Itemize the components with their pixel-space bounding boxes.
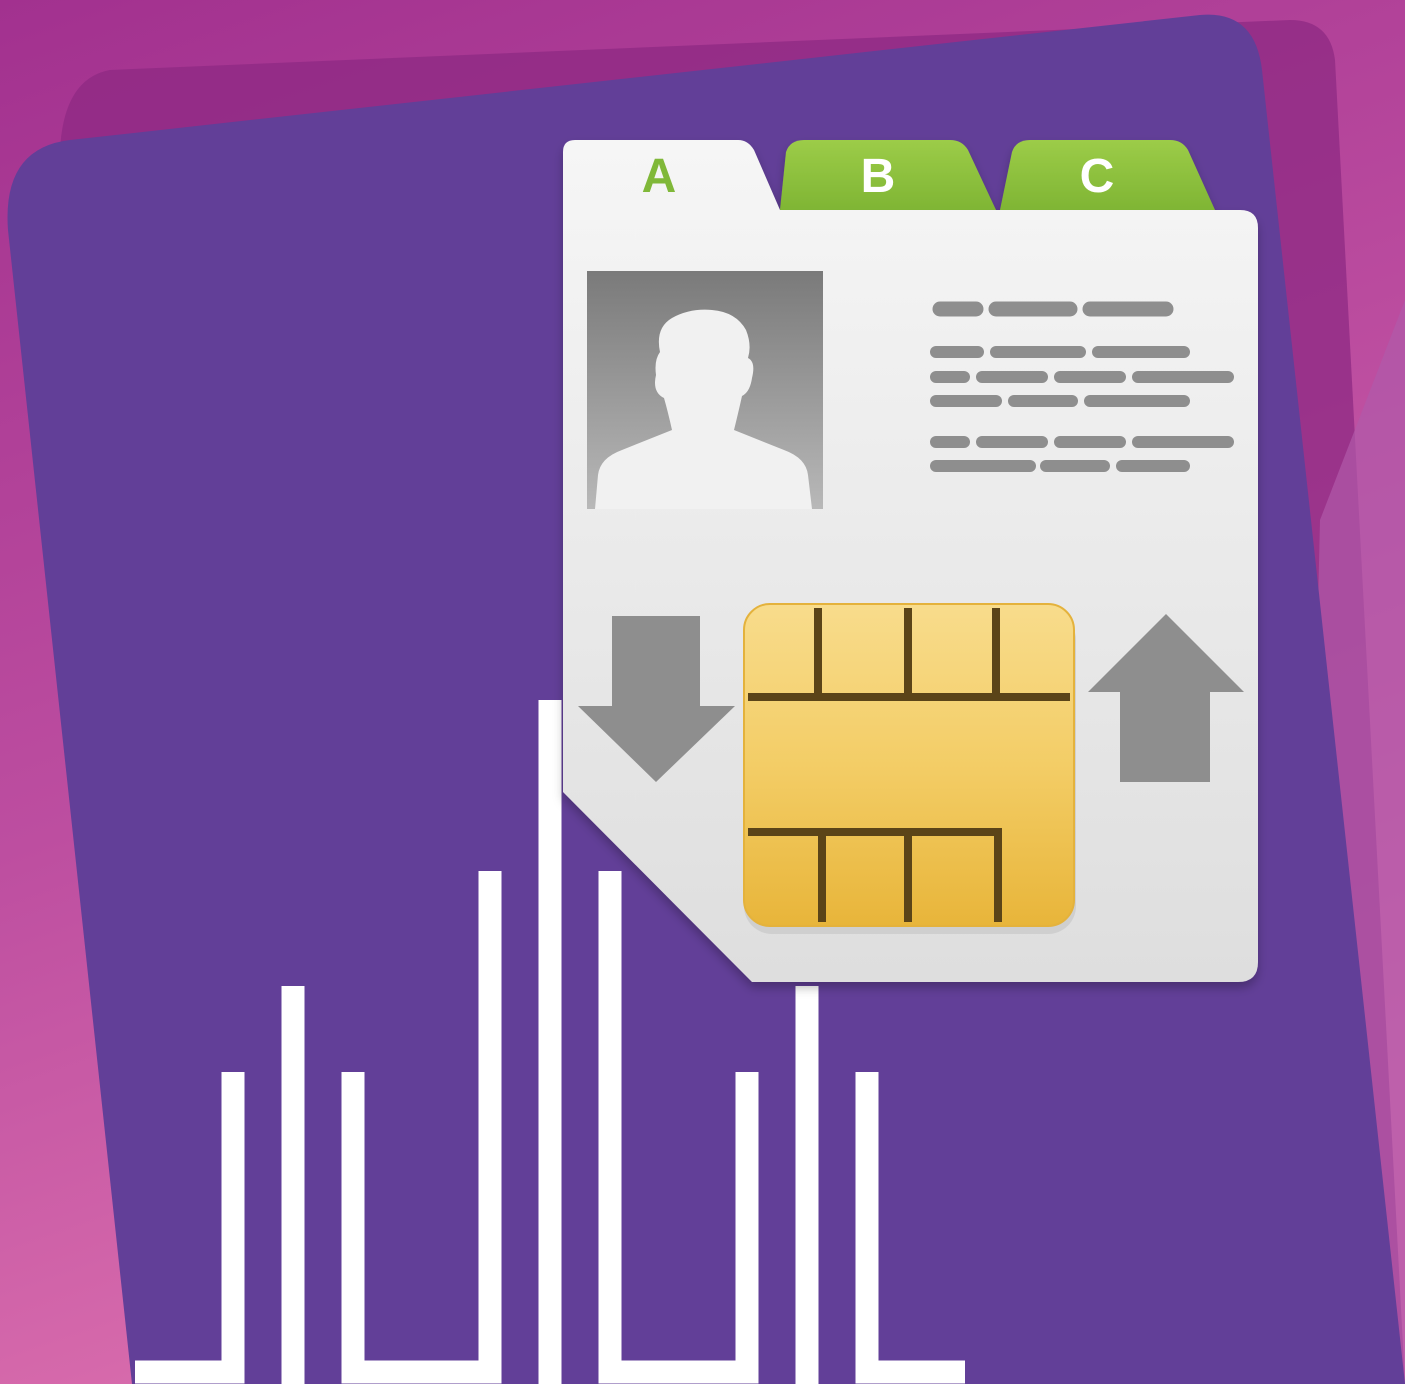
person-silhouette-icon [587,271,823,509]
tab-c-label[interactable]: C [1080,150,1115,203]
tab-b-label[interactable]: B [861,150,896,203]
app-icon-canvas: A B C [0,0,1405,1384]
tab-a-label[interactable]: A [642,150,677,203]
sim-chip-icon [743,603,1076,934]
